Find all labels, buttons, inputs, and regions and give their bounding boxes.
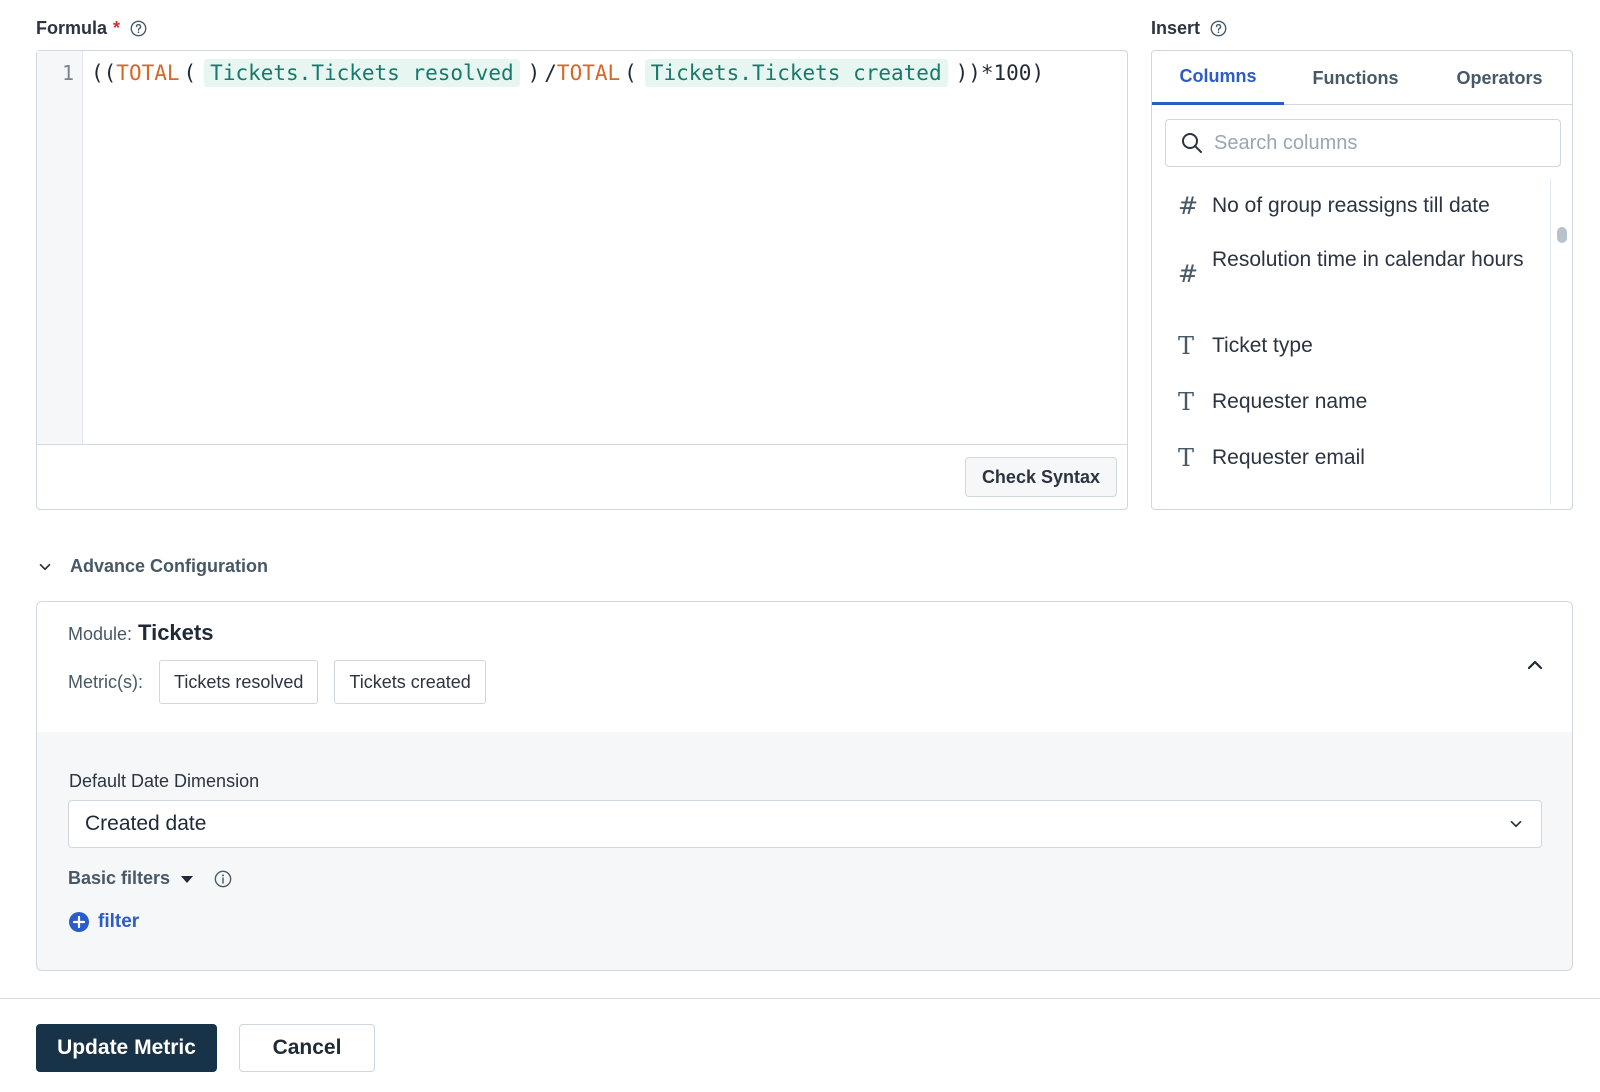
metrics-label: Metric(s): (68, 671, 143, 692)
module-row: Module: Tickets (68, 620, 213, 646)
footer-divider (0, 998, 1600, 999)
code-function-total: TOTAL (556, 61, 621, 85)
caret-down-icon[interactable] (180, 872, 194, 886)
advance-configuration-panel: Module: Tickets Metric(s): Tickets resol… (36, 601, 1573, 971)
plus-circle-icon (69, 912, 89, 932)
advance-configuration-toggle[interactable]: Advance Configuration (36, 556, 268, 577)
search-box (1165, 119, 1561, 167)
help-icon[interactable] (130, 20, 147, 37)
advance-configuration-title: Advance Configuration (70, 556, 269, 576)
text-icon: T (1178, 444, 1195, 472)
date-dimension-label: Default Date Dimension (69, 771, 260, 791)
tab-operators[interactable]: Operators (1427, 51, 1572, 105)
update-metric-button[interactable]: Update Metric (36, 1024, 217, 1072)
list-item[interactable]: # No of group reassigns till date (1152, 179, 1552, 235)
number-icon: # (1178, 192, 1199, 220)
module-summary: Module: Tickets Metric(s): Tickets resol… (37, 602, 1572, 732)
insert-label-row: Insert (1151, 18, 1227, 39)
line-number: 1 (61, 61, 74, 85)
scrollbar-thumb[interactable] (1557, 227, 1567, 243)
basic-filters-row: Basic filters (68, 868, 232, 889)
required-mark: * (113, 18, 121, 38)
code-column-token[interactable]: Tickets.Tickets resolved (204, 59, 520, 87)
column-name: No of group reassigns till date (1212, 194, 1490, 217)
metric-chip: Tickets resolved (159, 660, 319, 704)
list-item[interactable]: T Requester name (1152, 375, 1552, 431)
text-icon: T (1178, 388, 1195, 416)
chevron-up-icon[interactable] (1524, 654, 1546, 676)
insert-tabs: Columns Functions Operators (1152, 51, 1572, 105)
chevron-down-icon (1510, 820, 1522, 828)
filter-link-text: filter (98, 911, 140, 932)
metric-chip: Tickets created (334, 660, 486, 704)
column-list-scrollbar[interactable] (1550, 179, 1572, 505)
column-name: Resolution time in calendar hours (1212, 248, 1524, 271)
search-icon (1182, 133, 1202, 153)
code-tail: ))*100) (955, 61, 1045, 85)
check-syntax-button[interactable]: Check Syntax (964, 457, 1117, 497)
text-icon: T (1178, 332, 1195, 360)
formula-code-line[interactable]: (( TOTAL ( Tickets.Tickets resolved ) / … (91, 59, 1048, 87)
code-paren: ) (527, 61, 541, 85)
help-icon[interactable] (1210, 20, 1227, 37)
cancel-button[interactable]: Cancel (239, 1024, 375, 1072)
code-column-token[interactable]: Tickets.Tickets created (644, 59, 948, 87)
module-label: Module: (68, 624, 133, 644)
column-list: # No of group reassigns till date # Reso… (1152, 179, 1552, 509)
list-item[interactable]: T Requester email (1152, 431, 1552, 487)
add-filter-link[interactable]: filter (68, 911, 139, 933)
code-paren: ( (183, 61, 197, 85)
formula-label-row: Formula * (36, 18, 147, 39)
list-item[interactable]: T Ticket type (1152, 319, 1552, 375)
module-value: Tickets (138, 620, 214, 645)
formula-editor: 1 (( TOTAL ( Tickets.Tickets resolved ) … (36, 50, 1128, 510)
code-paren: (( (91, 61, 117, 85)
metrics-row: Metric(s): Tickets resolved Tickets crea… (68, 660, 486, 704)
code-operator: / (544, 61, 557, 85)
insert-panel: Columns Functions Operators # No of grou… (1151, 50, 1573, 510)
code-paren: ( (624, 61, 637, 85)
column-name: Ticket type (1212, 334, 1313, 357)
date-dimension-value: Created date (85, 812, 207, 835)
date-dimension-select[interactable]: Created date (68, 800, 1542, 848)
code-function-total: TOTAL (116, 61, 180, 85)
list-item[interactable]: # Resolution time in calendar hours (1152, 235, 1552, 319)
tab-columns[interactable]: Columns (1152, 51, 1284, 105)
number-icon: # (1178, 260, 1199, 288)
column-name: Requester email (1212, 446, 1365, 469)
insert-label: Insert (1151, 18, 1201, 38)
info-icon[interactable] (214, 870, 232, 888)
basic-filters-label[interactable]: Basic filters (68, 868, 170, 889)
formula-label: Formula (36, 18, 108, 38)
search-input[interactable] (1214, 131, 1554, 155)
code-editor-area[interactable]: 1 (( TOTAL ( Tickets.Tickets resolved ) … (37, 51, 1127, 445)
tab-functions[interactable]: Functions (1284, 51, 1427, 105)
column-name: Requester name (1212, 390, 1368, 413)
line-gutter: 1 (37, 51, 83, 444)
chevron-down-icon (39, 563, 51, 570)
